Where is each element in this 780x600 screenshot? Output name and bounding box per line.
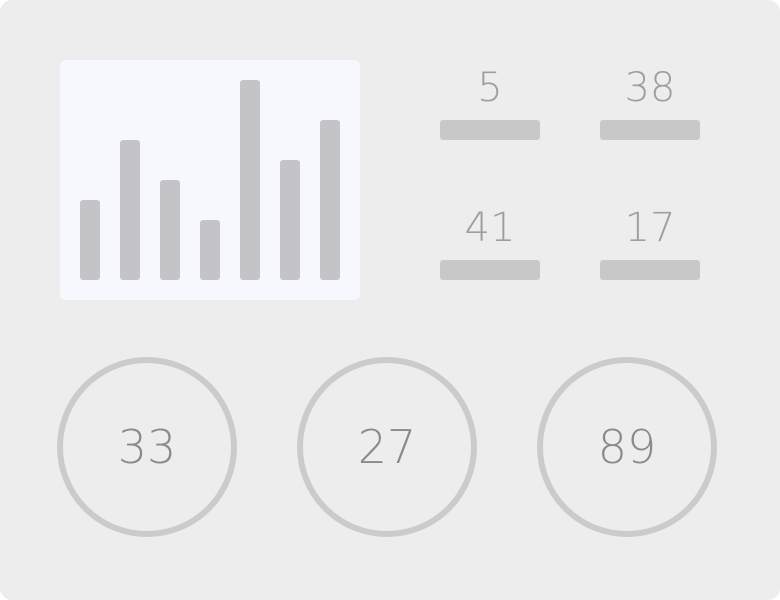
chart-bar bbox=[280, 160, 300, 280]
stat-bar bbox=[600, 260, 700, 280]
chart-bar bbox=[160, 180, 180, 280]
stat-item-1: 5 bbox=[440, 60, 540, 140]
chart-bar bbox=[80, 200, 100, 280]
stat-item-3: 41 bbox=[440, 200, 540, 280]
gauge-1: 33 bbox=[57, 357, 237, 537]
stat-value: 5 bbox=[477, 65, 503, 111]
stat-value: 17 bbox=[624, 205, 676, 251]
chart-bar bbox=[120, 140, 140, 280]
gauge-value: 89 bbox=[597, 420, 657, 474]
gauge-3: 89 bbox=[537, 357, 717, 537]
chart-bar bbox=[240, 80, 260, 280]
gauge-value: 27 bbox=[357, 420, 417, 474]
stat-item-2: 38 bbox=[600, 60, 700, 140]
dashboard-panel: 5 38 41 17 33 27 89 bbox=[0, 0, 780, 600]
stat-bar bbox=[440, 120, 540, 140]
stat-bar bbox=[600, 120, 700, 140]
stat-value: 38 bbox=[624, 65, 676, 111]
gauge-value: 33 bbox=[117, 420, 177, 474]
chart-bar bbox=[320, 120, 340, 280]
bar-chart-card bbox=[60, 60, 360, 300]
stat-value: 41 bbox=[464, 205, 516, 251]
chart-bar bbox=[200, 220, 220, 280]
stat-bar bbox=[440, 260, 540, 280]
bar-chart bbox=[80, 80, 340, 280]
gauge-2: 27 bbox=[297, 357, 477, 537]
stat-item-4: 17 bbox=[600, 200, 700, 280]
